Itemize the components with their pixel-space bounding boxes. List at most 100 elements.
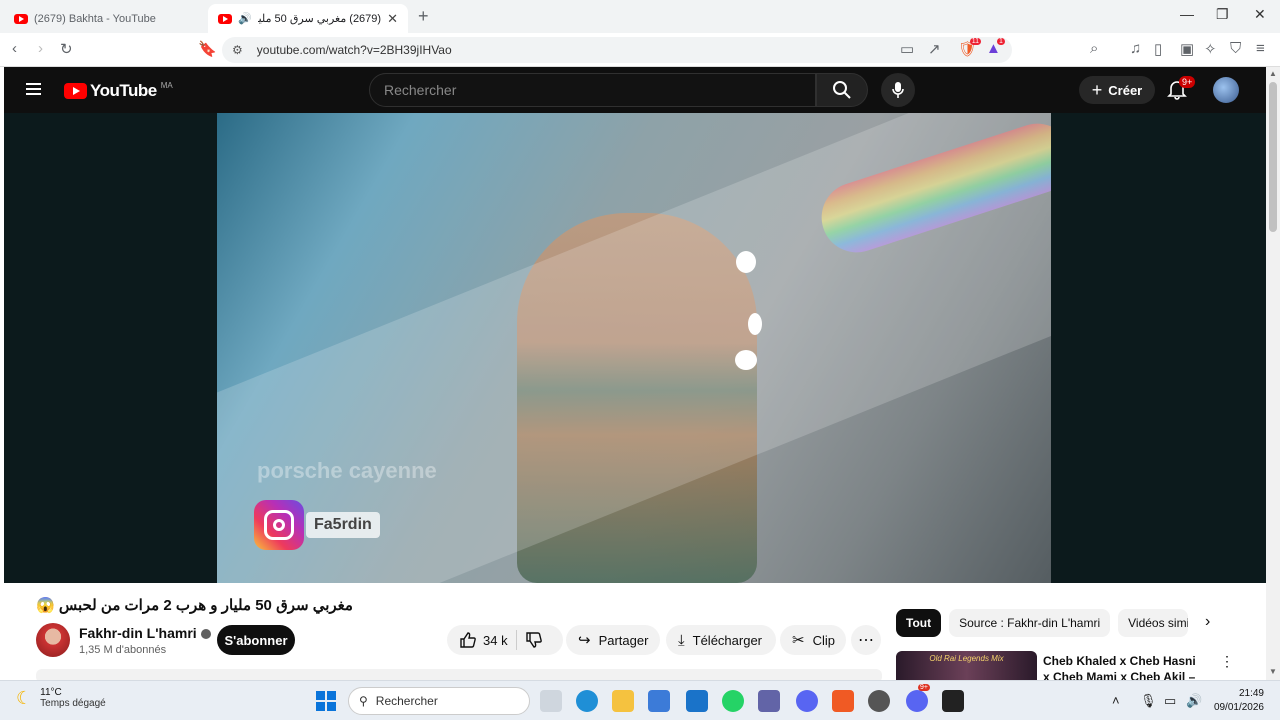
file-explorer-icon[interactable] [612, 690, 634, 712]
microsoft-store-icon[interactable] [648, 690, 670, 712]
scroll-down-icon[interactable]: ▼ [1269, 667, 1277, 676]
tab-bakhta[interactable]: (2679) Bakhta - YouTube [4, 4, 206, 33]
related-video-thumbnail[interactable]: Old Rai Legends Mix [896, 651, 1037, 680]
brave-shields-icon[interactable]: 🛡 11 [958, 38, 982, 58]
sidebar-icon[interactable]: ▯ [1154, 40, 1162, 58]
forward-icon[interactable]: › [38, 40, 43, 57]
close-tab-icon[interactable]: ✕ [387, 11, 398, 27]
chip-similar[interactable]: Vidéos simila [1118, 609, 1189, 637]
weather-widget[interactable]: ☾ 11°C Temps dégagé [16, 687, 106, 709]
youtube-play-icon [64, 83, 87, 99]
related-video-title[interactable]: Cheb Khaled x Cheb Hasni x Cheb Mami x C… [1043, 653, 1203, 680]
leo-ai-icon[interactable]: ✧ [1204, 40, 1217, 58]
tab-current-video[interactable]: 🔊 (2679) مغربي سرق 50 مليار و ✕ [208, 4, 408, 33]
notifications-button[interactable]: 9+ [1166, 76, 1196, 102]
channel-name-link[interactable]: Fakhr-din L'hamri [79, 625, 211, 641]
voice-search-button[interactable] [881, 73, 915, 107]
address-bar[interactable]: ⚙ youtube.com/watch?v=2BH39jIHVao [222, 37, 1012, 63]
scissors-icon: ✂ [792, 632, 805, 649]
new-tab-button[interactable]: + [418, 6, 429, 27]
brave-rewards-icon[interactable]: ▲ 1 [986, 38, 1005, 57]
tab-title: (2679) مغربي سرق 50 مليار و [258, 13, 382, 25]
reader-mode-icon[interactable]: ⌕ [1090, 40, 1098, 57]
scrollbar-thumb[interactable] [1269, 82, 1277, 232]
scroll-up-icon[interactable]: ▲ [1269, 69, 1277, 78]
plus-icon: + [1091, 79, 1103, 100]
system-clock[interactable]: 21:49 09/01/2026 [1206, 687, 1264, 715]
chip-source[interactable]: Source : Fakhr-din L'hamri [949, 609, 1111, 637]
video-player[interactable]: porsche cayenne Fa5rdin [4, 113, 1266, 583]
close-window-button[interactable]: ✕ [1254, 6, 1266, 23]
like-button[interactable]: 34 k [459, 631, 508, 649]
clip-label: Clip [812, 632, 835, 648]
volume-icon[interactable]: 🔊 [1186, 693, 1202, 709]
bookmark-icon[interactable]: 🔖 [198, 40, 217, 58]
account-avatar[interactable] [1213, 77, 1239, 103]
subscribe-button[interactable]: S'abonner [217, 625, 295, 655]
microphone-icon[interactable]: 🎙 [1140, 693, 1157, 709]
search-button[interactable] [816, 73, 868, 107]
chevron-right-icon[interactable]: › [1205, 613, 1210, 631]
share-button[interactable]: ↪ Partager [566, 625, 660, 655]
taskbar-search[interactable]: ⚲ Rechercher [348, 687, 530, 715]
chip-all[interactable]: Tout [896, 609, 942, 637]
url-text: youtube.com/watch?v=2BH39jIHVao [256, 43, 452, 57]
share-icon[interactable]: ↗ [928, 40, 941, 58]
temperature: 11°C [40, 687, 62, 698]
whatsapp-icon[interactable] [722, 690, 744, 712]
teams-icon[interactable] [758, 690, 780, 712]
clip-button[interactable]: ✂ Clip [780, 625, 846, 655]
instagram-tag: Fa5rdin [254, 500, 380, 550]
guide-menu-icon[interactable] [26, 83, 41, 95]
site-settings-icon[interactable]: ⚙ [232, 43, 243, 57]
create-button[interactable]: + Créer [1079, 76, 1155, 104]
search-input[interactable] [370, 74, 790, 106]
vpn-icon[interactable]: ⛉ [1230, 40, 1241, 57]
youtube-favicon-icon [218, 13, 232, 24]
share-label: Partager [598, 632, 649, 648]
video-title: مغربي سرق 50 مليار و هرب 2 مرات من لحبس … [36, 597, 353, 614]
steam-icon[interactable] [868, 690, 890, 712]
epic-games-icon[interactable] [942, 690, 964, 712]
discord-icon[interactable] [796, 690, 818, 712]
network-icon[interactable]: ▭ [1164, 693, 1176, 709]
page-scrollbar[interactable]: ▲ ▼ [1266, 67, 1280, 680]
share-arrow-icon: ↪ [578, 632, 591, 649]
chevron-up-icon[interactable]: ˄ [1112, 693, 1120, 708]
speaker-icon[interactable]: 🔊 [238, 12, 252, 25]
thumbs-up-icon [460, 632, 476, 648]
edge-icon[interactable] [576, 690, 598, 712]
related-video-menu-icon[interactable]: ⋮ [1220, 653, 1234, 670]
like-dislike-group: 34 k [447, 625, 563, 655]
windows-taskbar: ☾ 11°C Temps dégagé ⚲ Rechercher 9+ ˄ 🎙 … [0, 680, 1280, 720]
reload-icon[interactable]: ↻ [60, 40, 73, 58]
browser-toolbar: ‹ › ↻ 🔖 ⚙ youtube.com/watch?v=2BH39jIHVa… [0, 33, 1280, 67]
maximize-button[interactable]: ❐ [1216, 6, 1229, 23]
music-icon[interactable]: ♫ [1130, 40, 1141, 57]
mail-icon[interactable] [686, 690, 708, 712]
discord-icon[interactable]: 9+ [906, 684, 930, 712]
brave-browser-icon[interactable] [832, 690, 854, 712]
create-label: Créer [1108, 82, 1143, 98]
cast-icon[interactable]: ▭ [900, 40, 914, 58]
channel-avatar[interactable] [36, 623, 70, 657]
clock-date: 09/01/2026 [1213, 702, 1264, 713]
like-count: 34 k [483, 632, 508, 648]
more-actions-icon[interactable]: ⋯ [851, 625, 881, 655]
thumbs-down-icon[interactable] [525, 631, 543, 649]
download-button[interactable]: ⤓ Télécharger [666, 625, 776, 655]
wallet-icon[interactable]: ▣ [1180, 40, 1194, 58]
start-button-icon[interactable] [316, 691, 336, 711]
tab-strip: (2679) Bakhta - YouTube 🔊 (2679) مغربي س… [0, 0, 1280, 33]
search-box [369, 73, 816, 107]
related-filter-chips: Tout Source : Fakhr-din L'hamri Vidéos s… [896, 609, 1189, 637]
youtube-logo[interactable]: YouTube MA [64, 81, 173, 101]
subscriber-count: 1,35 M d'abonnés [79, 644, 167, 656]
minimize-button[interactable]: — [1180, 6, 1194, 22]
menu-icon[interactable]: ≡ [1256, 40, 1265, 57]
task-view-icon[interactable] [540, 690, 562, 712]
download-label: Télécharger [692, 632, 763, 648]
back-icon[interactable]: ‹ [12, 40, 17, 57]
description-box[interactable] [36, 669, 882, 680]
video-frame[interactable]: porsche cayenne Fa5rdin [217, 113, 1051, 583]
